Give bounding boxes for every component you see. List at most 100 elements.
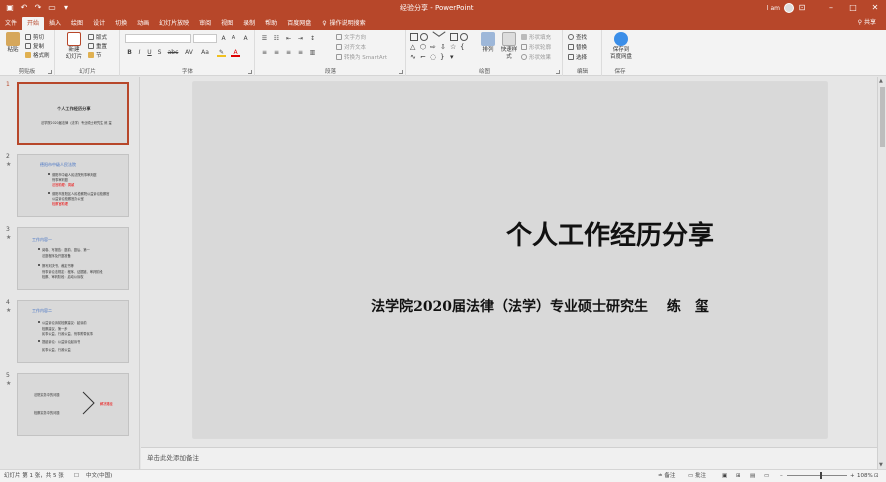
highlight-icon[interactable]: ✎: [217, 48, 226, 57]
vertical-scrollbar[interactable]: ▲ ▼: [877, 77, 886, 469]
tab-view[interactable]: 视图: [216, 17, 238, 30]
circle-shape-icon[interactable]: [460, 33, 468, 41]
find-button[interactable]: 查找: [568, 33, 587, 41]
clipboard-launcher-icon[interactable]: [48, 70, 52, 74]
oval-shape-icon[interactable]: [420, 33, 428, 41]
layout-button[interactable]: 版式: [88, 33, 107, 41]
text-direction-button[interactable]: 文字方向: [336, 33, 366, 41]
square-shape-icon[interactable]: [450, 33, 458, 41]
tab-animations[interactable]: 动画: [132, 17, 154, 30]
spelling-icon[interactable]: ☐: [74, 470, 79, 482]
numbering-icon[interactable]: ☷: [272, 34, 281, 43]
notes-pane[interactable]: 单击此处添加备注: [141, 447, 877, 469]
share-button[interactable]: ⚲ 共享: [858, 16, 876, 30]
customize-qat-icon[interactable]: ▾: [62, 4, 70, 12]
smartart-button[interactable]: 转换为 SmartArt: [336, 53, 387, 61]
section-button[interactable]: 节: [88, 51, 102, 59]
reset-button[interactable]: 重置: [88, 42, 107, 50]
shape-effects-button[interactable]: 形状效果: [521, 53, 551, 61]
slide-thumbnail-1[interactable]: 个人工作经历分享 法学院2020届法律（法学）专业硕士研究生 练 玺: [17, 82, 129, 145]
font-launcher-icon[interactable]: [248, 70, 252, 74]
maximize-button[interactable]: □: [842, 0, 864, 16]
bold-button[interactable]: B: [125, 48, 134, 57]
font-color-icon[interactable]: A: [231, 48, 240, 57]
brace-shape-icon[interactable]: {: [460, 43, 468, 51]
align-center-icon[interactable]: ≡: [272, 48, 281, 57]
current-slide[interactable]: 个人工作经历分享 法学院2020届法律（法学）专业硕士研究生 练 玺: [193, 82, 827, 438]
columns-icon[interactable]: ▥: [308, 48, 317, 57]
shrink-font-button[interactable]: A: [229, 34, 238, 43]
align-text-button[interactable]: 对齐文本: [336, 43, 366, 51]
hexagon-shape-icon[interactable]: ⬡: [420, 43, 428, 51]
font-size-combo[interactable]: [193, 34, 217, 43]
slide-sorter-icon[interactable]: ⊞: [736, 470, 741, 482]
tab-slideshow[interactable]: 幻灯片放映: [154, 17, 194, 30]
redo-icon[interactable]: ↷: [34, 4, 42, 12]
tab-home[interactable]: 开始: [22, 17, 45, 30]
change-case-button[interactable]: Aa: [199, 48, 211, 57]
scroll-up-icon[interactable]: ▲: [879, 78, 883, 84]
user-area[interactable]: l am ⊡: [767, 0, 806, 16]
language-indicator[interactable]: 中文(中国): [86, 470, 112, 482]
fit-slide-icon[interactable]: ⊡: [874, 470, 879, 482]
arrange-button[interactable]: 排列: [477, 32, 499, 54]
clear-format-button[interactable]: A: [241, 34, 250, 43]
shape-outline-button[interactable]: 形状轮廓: [521, 43, 551, 51]
slide-thumbnail-5[interactable]: 法院实务中的问题 检察实务中的问题 解决路径: [17, 373, 129, 436]
comments-toggle[interactable]: ▭ 批注: [688, 470, 706, 482]
shape-fill-button[interactable]: 形状填充: [521, 33, 551, 41]
decrease-indent-icon[interactable]: ⇤: [284, 34, 293, 43]
drawing-launcher-icon[interactable]: [556, 70, 560, 74]
curve-shape-icon[interactable]: ∿: [410, 53, 418, 61]
copy-button[interactable]: 复制: [25, 42, 44, 50]
zoom-slider[interactable]: [787, 475, 847, 476]
scroll-down-icon[interactable]: ▼: [879, 462, 883, 468]
italic-button[interactable]: I: [135, 48, 144, 57]
normal-view-icon[interactable]: ▣: [722, 470, 727, 482]
zoom-level[interactable]: 108%: [857, 470, 873, 482]
select-button[interactable]: 选择: [568, 53, 587, 61]
tab-insert[interactable]: 插入: [44, 17, 66, 30]
scrollbar-thumb[interactable]: [880, 87, 885, 147]
right-arrow-shape-icon[interactable]: ⇨: [430, 43, 438, 51]
paste-button[interactable]: 粘贴: [2, 32, 24, 54]
zoom-slider-knob[interactable]: [820, 472, 822, 479]
avatar[interactable]: [784, 3, 794, 13]
tab-record[interactable]: 录制: [238, 17, 260, 30]
slide-thumbnail-4[interactable]: 工作内容二 公益诉讼诉前检察建议：起诉前 检察建议、第一步 民事公益、行政公益、…: [17, 300, 129, 363]
notes-toggle[interactable]: ≐ 备注: [658, 470, 675, 482]
tab-design[interactable]: 设计: [88, 17, 110, 30]
tab-baidu[interactable]: 百度网盘: [282, 17, 316, 30]
new-slide-button[interactable]: 新建 幻灯片: [62, 32, 86, 61]
strikethrough-button[interactable]: abc: [166, 48, 180, 57]
slide-title[interactable]: 个人工作经历分享: [193, 215, 827, 252]
grow-font-button[interactable]: A: [219, 34, 228, 43]
callout-shape-icon[interactable]: ◌: [430, 53, 438, 61]
slide-thumbnail-3[interactable]: 工作内容一 阅卷、写报告：庭前、庭后、第一 法庭程序及开庭准备 撰写判决书、裁定…: [17, 227, 129, 290]
align-left-icon[interactable]: ≡: [260, 48, 269, 57]
more-shapes-icon[interactable]: ▾: [450, 53, 458, 61]
rectangle-shape-icon[interactable]: [410, 33, 418, 41]
triangle-shape-icon[interactable]: △: [410, 43, 418, 51]
paragraph-launcher-icon[interactable]: [399, 70, 403, 74]
tab-review[interactable]: 审阅: [194, 17, 216, 30]
char-spacing-button[interactable]: AV: [183, 48, 195, 57]
slide-subtitle[interactable]: 法学院2020届法律（法学）专业硕士研究生 练 玺: [193, 296, 827, 316]
minimize-button[interactable]: –: [820, 0, 842, 16]
arrow-shape-icon[interactable]: [438, 31, 450, 43]
brace2-shape-icon[interactable]: }: [440, 53, 448, 61]
bracket-shape-icon[interactable]: ⌐: [420, 53, 428, 61]
undo-icon[interactable]: ↶: [20, 4, 28, 12]
star-shape-icon[interactable]: ☆: [450, 43, 458, 51]
zoom-out-icon[interactable]: –: [780, 470, 783, 482]
close-button[interactable]: ✕: [864, 0, 886, 16]
slide-thumbnail-2[interactable]: 德阳市中级人民法院 德阳市中级人民法院刑事审判庭 刑事审判庭 法官助理：周颖 德…: [17, 154, 129, 217]
line-shape-icon[interactable]: [428, 31, 440, 43]
line-spacing-icon[interactable]: ↕: [308, 34, 317, 43]
format-painter-button[interactable]: 格式刷: [25, 51, 50, 59]
shapes-gallery[interactable]: △ ⬡ ⇨ ⇩ ☆ { ∿ ⌐ ◌ } ▾: [410, 31, 476, 63]
ribbon-display-icon[interactable]: ⊡: [798, 4, 806, 12]
tab-file[interactable]: 文件: [0, 17, 22, 30]
start-presentation-icon[interactable]: ▭: [48, 4, 56, 12]
reading-view-icon[interactable]: ▤: [750, 470, 755, 482]
